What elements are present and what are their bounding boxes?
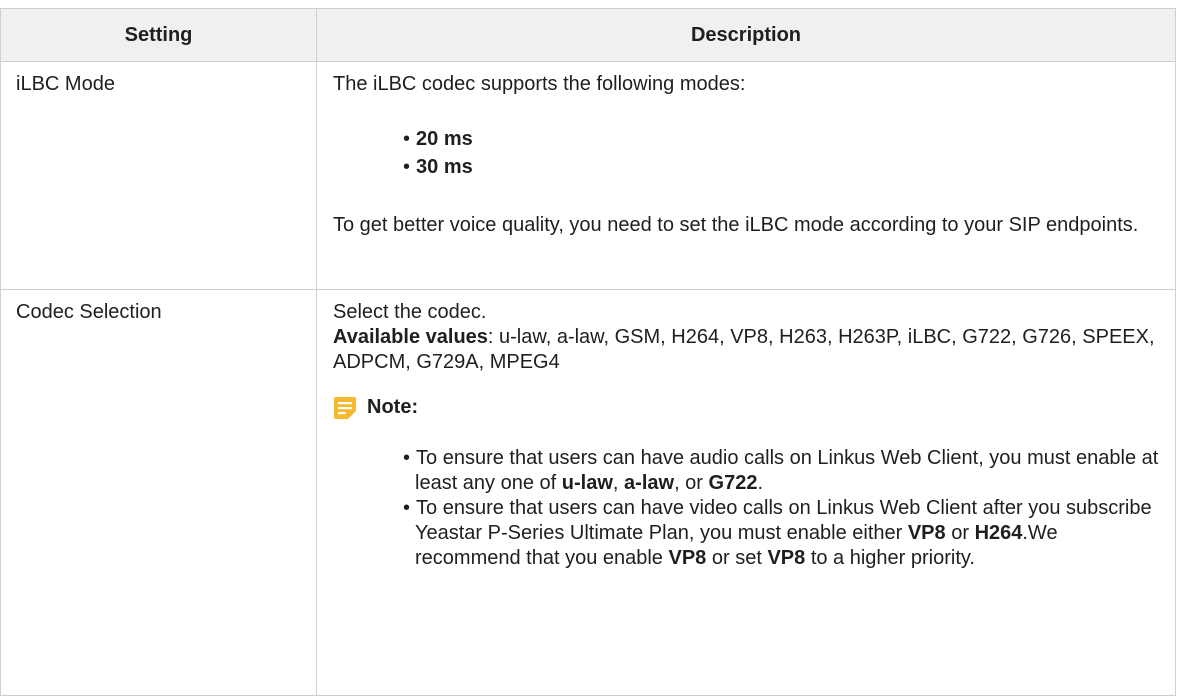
description-cell: Select the codec. Available values: u-la… [316,289,1176,696]
description-cell: The iLBC codec supports the following mo… [316,61,1176,290]
settings-table: Setting Description iLBC Mode The iLBC c… [0,8,1176,696]
description-intro: Select the codec. [333,301,487,323]
column-header-description: Description [316,8,1176,62]
setting-cell: Codec Selection [0,289,317,696]
table-row: iLBC Mode The iLBC codec supports the fo… [0,61,1176,290]
table-row: Codec Selection Select the codec. Availa… [0,289,1176,696]
list-item: To ensure that users can have audio call… [403,446,1161,496]
table-header-row: Setting Description [0,8,1176,62]
list-item: 20 ms [403,125,1161,153]
mode-list: 20 ms 30 ms [333,125,1161,181]
available-values-label: Available values [333,326,488,348]
list-item: 30 ms [403,153,1161,181]
note-icon [334,396,356,419]
available-values: Available values: u-law, a-law, GSM, H26… [333,325,1161,375]
description-intro: The iLBC codec supports the following mo… [333,73,746,95]
description-text: To get better voice quality, you need to… [333,214,1139,236]
note-list: To ensure that users can have audio call… [333,446,1161,571]
list-item: To ensure that users can have video call… [403,496,1161,571]
setting-cell: iLBC Mode [0,61,317,290]
note-label: Note: [367,396,419,418]
column-header-setting: Setting [0,8,317,62]
note-header: Note: [333,395,1161,420]
